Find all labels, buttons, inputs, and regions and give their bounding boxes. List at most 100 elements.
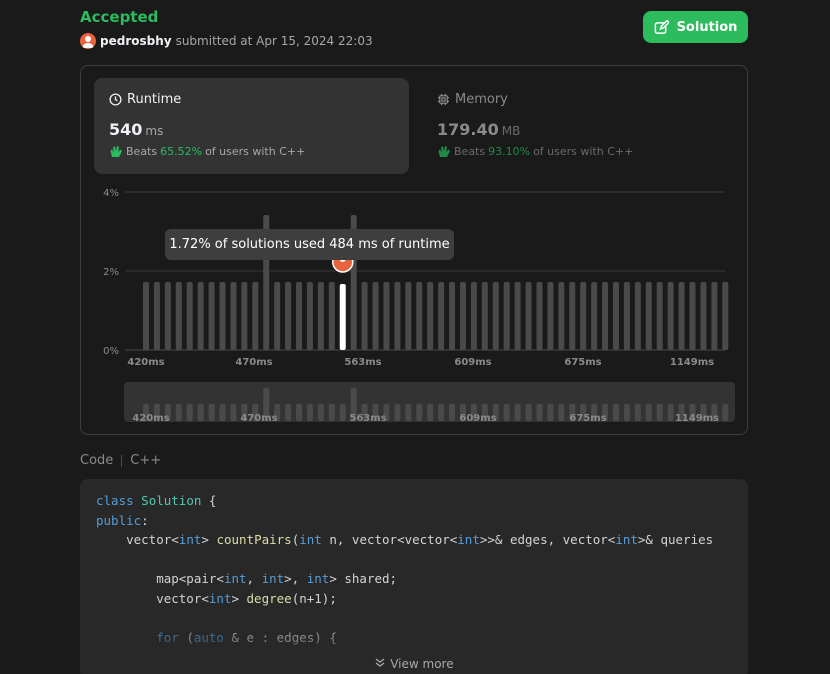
bar xyxy=(405,282,412,350)
mini-bar xyxy=(623,404,630,421)
bar-highlight xyxy=(339,284,346,350)
bar xyxy=(416,282,423,350)
mini-bar xyxy=(285,404,292,421)
bar xyxy=(383,282,390,350)
mini-bar xyxy=(656,404,663,421)
bar xyxy=(427,282,434,350)
divider xyxy=(121,454,123,467)
code-block[interactable]: class Solution { public: vector<int> cou… xyxy=(80,479,748,674)
bar xyxy=(580,282,587,350)
mini-bar xyxy=(186,404,193,421)
bar xyxy=(361,282,368,350)
bar xyxy=(164,282,171,350)
bar xyxy=(656,282,663,350)
bar xyxy=(208,282,215,350)
mini-bar xyxy=(175,404,182,421)
bar xyxy=(219,282,226,350)
y-tick-label: 0% xyxy=(103,346,119,357)
runtime-distribution-chart[interactable]: 4% 2% 0% 420ms 470ms 563ms 609ms 675ms 1149ms 420… xyxy=(0,0,830,440)
x-tick-label: 675ms xyxy=(564,357,601,368)
x-tick-label: 1149ms xyxy=(670,357,714,368)
mini-bar xyxy=(328,404,335,421)
mini-x-tick-label: 420ms xyxy=(132,413,169,424)
bar xyxy=(525,282,532,350)
bar xyxy=(459,282,466,350)
mini-x-tick-label: 609ms xyxy=(459,413,496,424)
bar xyxy=(492,282,499,350)
mini-x-tick-label: 1149ms xyxy=(675,413,719,424)
mini-bar xyxy=(645,404,652,421)
bar xyxy=(700,282,707,350)
bar xyxy=(558,282,565,350)
y-tick-label: 4% xyxy=(103,188,119,199)
bar xyxy=(143,282,149,350)
bar xyxy=(306,282,313,350)
mini-bar xyxy=(503,404,510,421)
bar xyxy=(591,282,598,350)
bar xyxy=(678,282,685,350)
mini-bar xyxy=(339,404,346,421)
code-header: Code C++ xyxy=(80,453,161,468)
bar xyxy=(230,282,237,350)
bar xyxy=(547,282,554,350)
bar xyxy=(514,282,521,350)
bar xyxy=(623,282,630,350)
mini-bar xyxy=(667,404,674,421)
mini-bar xyxy=(416,404,423,421)
mini-bar xyxy=(558,404,565,421)
bar xyxy=(645,282,652,350)
bar xyxy=(317,282,324,350)
bar xyxy=(536,282,543,350)
bar xyxy=(285,282,292,350)
mini-bar xyxy=(514,404,521,421)
bar xyxy=(252,282,259,350)
view-more-button[interactable]: View more xyxy=(80,657,748,671)
mini-bar xyxy=(219,404,226,421)
bar xyxy=(241,282,248,350)
mini-bar xyxy=(525,404,532,421)
bar xyxy=(394,282,401,350)
bar xyxy=(711,282,718,350)
mini-bar xyxy=(405,404,412,421)
mini-bar xyxy=(317,404,324,421)
bar xyxy=(197,282,204,350)
view-more-label: View more xyxy=(390,657,454,671)
mini-bar xyxy=(536,404,543,421)
mini-bar xyxy=(296,404,303,421)
bar xyxy=(689,282,696,350)
mini-bar xyxy=(449,404,456,421)
mini-bar xyxy=(306,404,313,421)
bar xyxy=(328,282,335,350)
mini-bar xyxy=(438,404,445,421)
mini-bar xyxy=(722,404,729,421)
mini-x-tick-label: 675ms xyxy=(569,413,606,424)
code-language: C++ xyxy=(130,453,162,468)
bar xyxy=(438,282,445,350)
bar xyxy=(503,282,510,350)
bar xyxy=(449,282,456,350)
mini-bar xyxy=(634,404,641,421)
bar xyxy=(602,282,609,350)
bar xyxy=(296,282,303,350)
bar xyxy=(569,282,576,350)
chart-tooltip: 1.72% of solutions used 484 ms of runtim… xyxy=(165,229,454,260)
bar xyxy=(634,282,641,350)
bar xyxy=(722,282,729,350)
x-tick-label: 609ms xyxy=(454,357,491,368)
bar xyxy=(175,282,182,350)
x-tick-label: 563ms xyxy=(344,357,381,368)
chevron-down-icon xyxy=(376,658,385,667)
x-tick-label: 470ms xyxy=(235,357,272,368)
bar xyxy=(153,282,160,350)
code-label: Code xyxy=(80,453,114,468)
mini-bar xyxy=(612,404,619,421)
mini-bar xyxy=(208,404,215,421)
mini-bar xyxy=(547,404,554,421)
mini-x-tick-label: 470ms xyxy=(240,413,277,424)
bar xyxy=(481,282,488,350)
mini-bar xyxy=(197,404,204,421)
mini-bar xyxy=(230,404,237,421)
mini-x-tick-label: 563ms xyxy=(349,413,386,424)
bar xyxy=(470,282,477,350)
mini-bar xyxy=(427,404,434,421)
